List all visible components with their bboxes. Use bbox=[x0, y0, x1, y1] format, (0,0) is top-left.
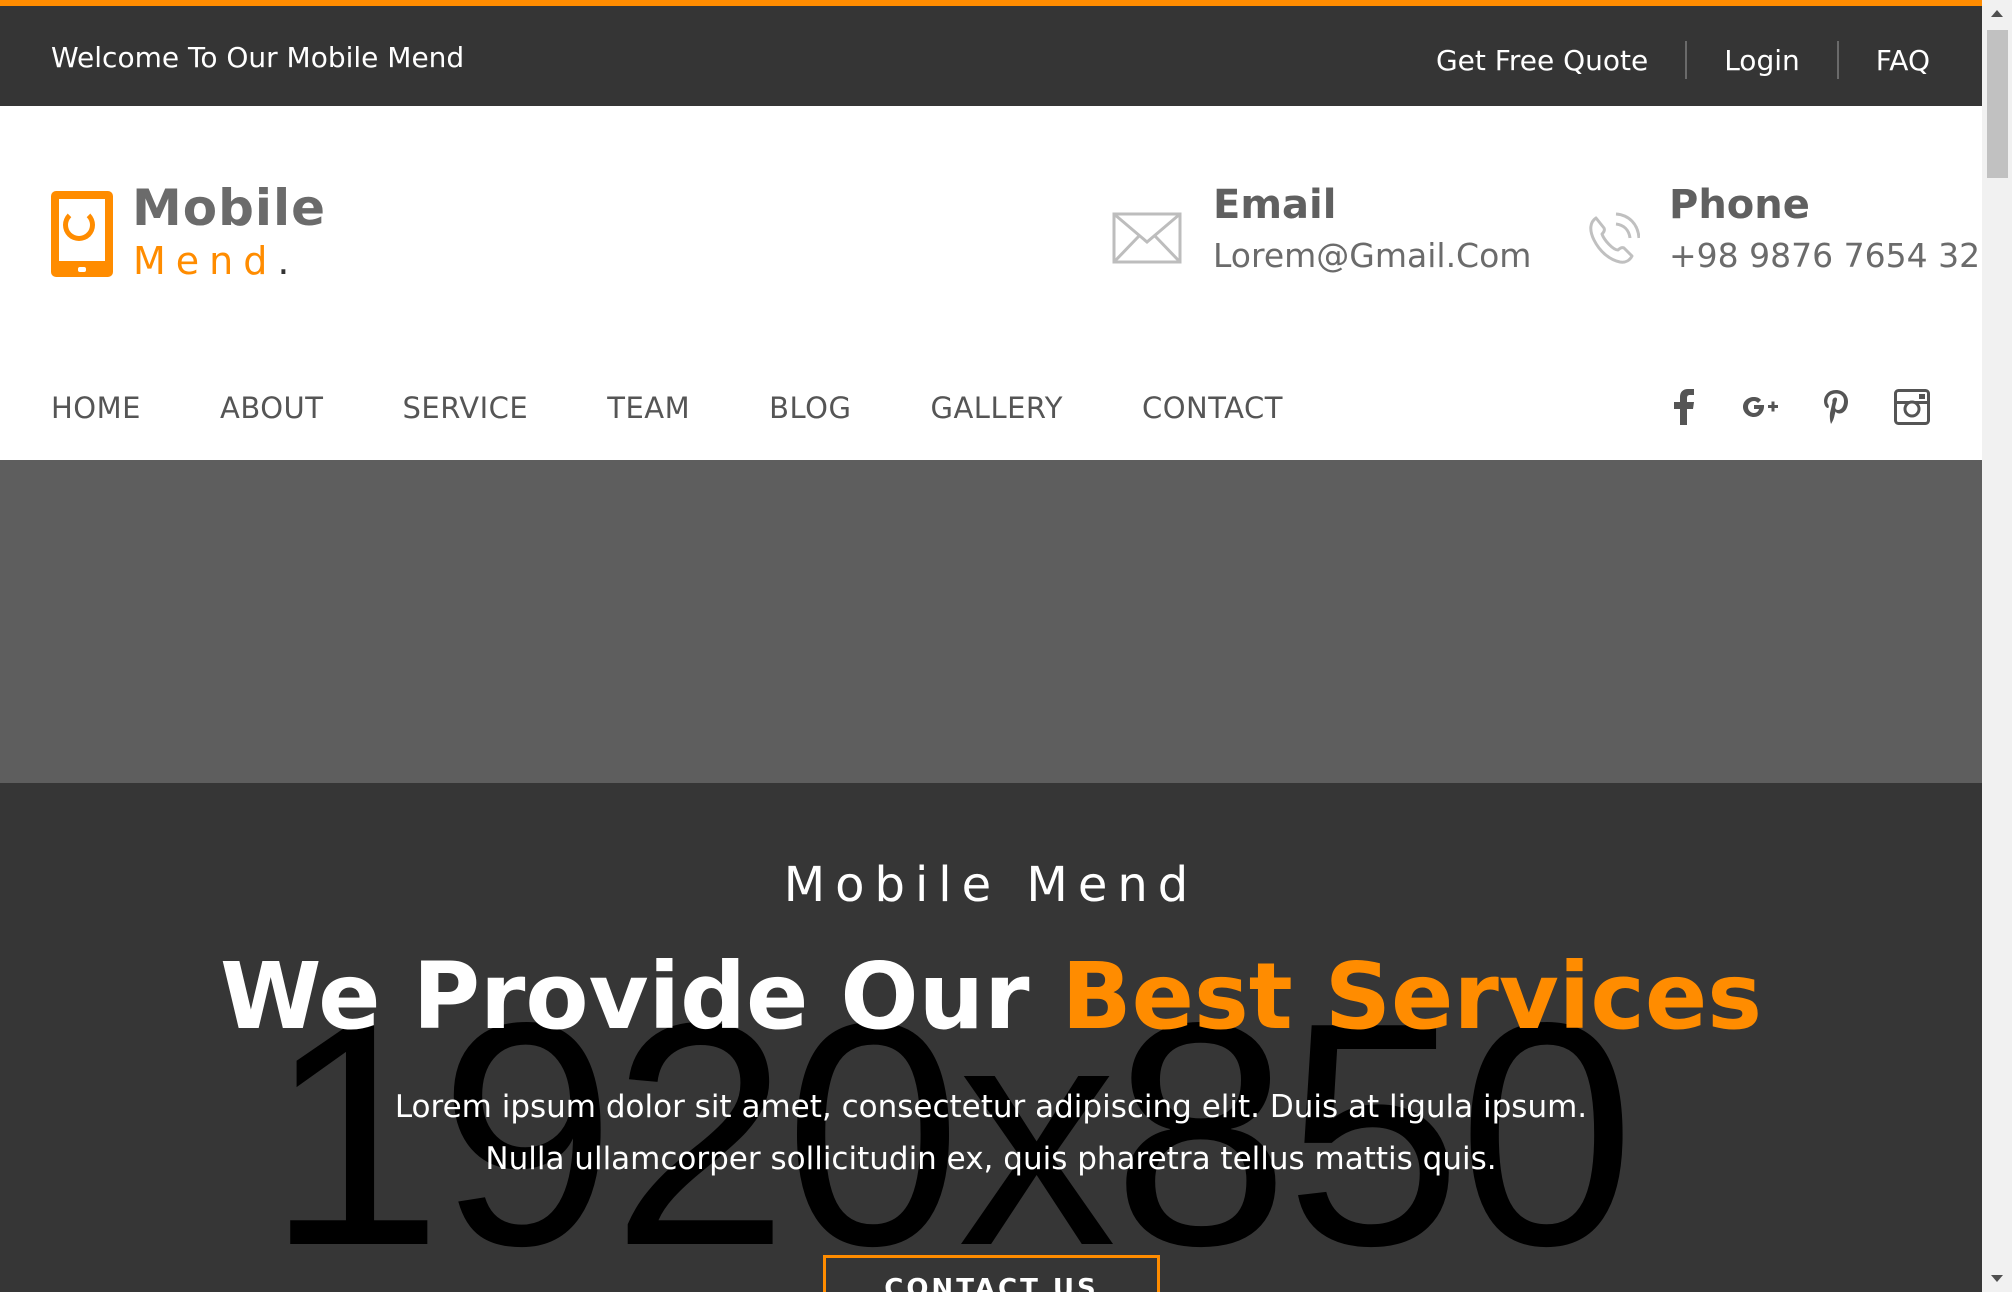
facebook-icon[interactable] bbox=[1664, 387, 1704, 427]
scroll-up-arrow-icon[interactable] bbox=[1991, 10, 2003, 17]
phone-title: Phone bbox=[1669, 182, 1810, 228]
nav-menu: HOME ABOUT SERVICE TEAM BLOG GALLERY CON… bbox=[51, 391, 1362, 425]
header: Mobile Mend. Email Lorem@Gmail.Com Phone… bbox=[0, 106, 1982, 360]
instagram-icon[interactable] bbox=[1892, 387, 1932, 427]
envelope-icon bbox=[1112, 212, 1182, 268]
hero-subtitle: Lorem ipsum dolor sit amet, consectetur … bbox=[394, 1089, 1588, 1177]
faq-link[interactable]: FAQ bbox=[1876, 44, 1930, 77]
divider bbox=[1685, 41, 1688, 79]
nav-item-about[interactable]: ABOUT bbox=[220, 391, 324, 425]
divider bbox=[1836, 41, 1839, 79]
logo-word-mend: Mend. bbox=[133, 239, 300, 283]
email-title: Email bbox=[1213, 182, 1337, 228]
pinterest-icon[interactable] bbox=[1816, 387, 1856, 427]
hero-banner: 1920x850 Mobile Mend We Provide Our Best… bbox=[0, 783, 1982, 1292]
google-plus-icon[interactable] bbox=[1740, 387, 1780, 427]
nav-item-gallery[interactable]: GALLERY bbox=[930, 391, 1062, 425]
login-link[interactable]: Login bbox=[1724, 44, 1800, 77]
page: Welcome To Our Mobile Mend Get Free Quot… bbox=[0, 0, 1982, 1292]
nav-item-service[interactable]: SERVICE bbox=[402, 391, 528, 425]
welcome-text: Welcome To Our Mobile Mend bbox=[51, 41, 465, 74]
hero-image-area bbox=[0, 460, 1982, 783]
nav-item-blog[interactable]: BLOG bbox=[769, 391, 851, 425]
vertical-scrollbar[interactable] bbox=[1982, 0, 2012, 1292]
contact-us-button[interactable]: CONTACT US bbox=[823, 1255, 1160, 1292]
get-free-quote-link[interactable]: Get Free Quote bbox=[1436, 44, 1648, 77]
scroll-down-arrow-icon[interactable] bbox=[1991, 1275, 2003, 1282]
phone-logo-icon bbox=[51, 191, 113, 277]
nav-item-contact[interactable]: CONTACT bbox=[1142, 391, 1283, 425]
hero-title: We Provide Our Best Services bbox=[219, 943, 1763, 1050]
social-links bbox=[1628, 387, 1932, 427]
scrollbar-thumb[interactable] bbox=[1987, 30, 2008, 178]
logo-word-mobile: Mobile bbox=[132, 179, 327, 237]
phone-contact: Phone +98 9876 7654 32 bbox=[1586, 182, 1980, 282]
phone-value[interactable]: +98 9876 7654 32 bbox=[1669, 236, 1980, 275]
main-nav: HOME ABOUT SERVICE TEAM BLOG GALLERY CON… bbox=[0, 359, 1982, 460]
hero-kicker: Mobile Mend bbox=[783, 857, 1199, 913]
email-value[interactable]: Lorem@Gmail.Com bbox=[1213, 236, 1531, 275]
top-bar: Welcome To Our Mobile Mend Get Free Quot… bbox=[0, 0, 1982, 106]
nav-item-home[interactable]: HOME bbox=[51, 391, 141, 425]
nav-item-team[interactable]: TEAM bbox=[607, 391, 690, 425]
top-links: Get Free Quote Login FAQ bbox=[1436, 41, 1930, 79]
logo[interactable]: Mobile Mend. bbox=[51, 179, 325, 283]
phone-icon bbox=[1586, 210, 1641, 270]
email-contact: Email Lorem@Gmail.Com bbox=[1112, 182, 1531, 282]
